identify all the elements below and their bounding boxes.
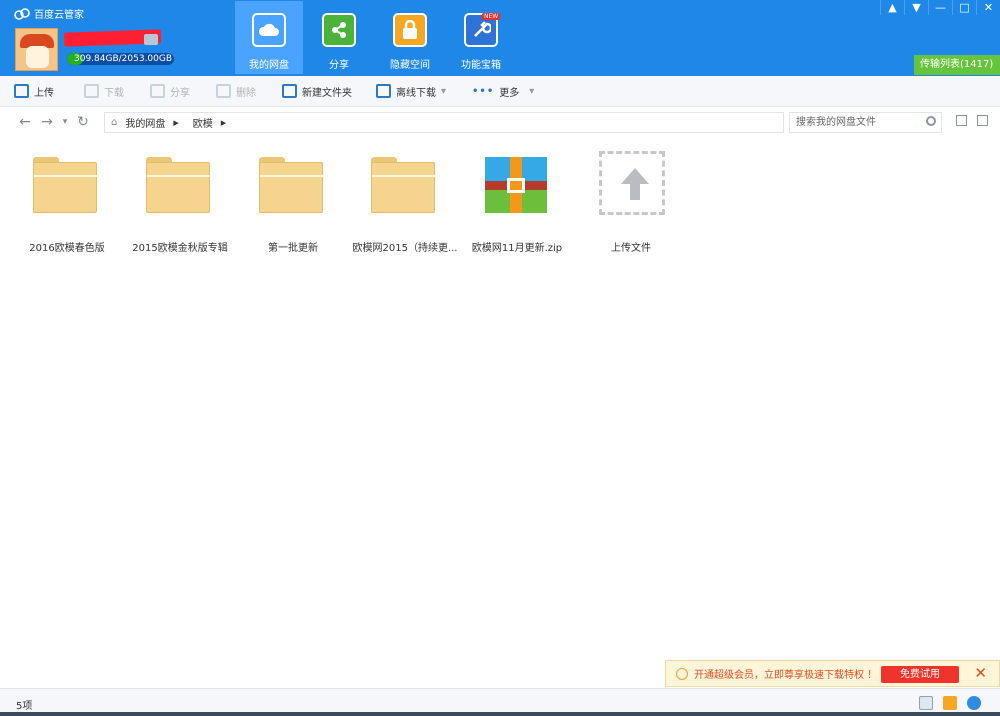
address-bar: ← → ▾ ↻ ⌂ 我的网盘 ▶ 欧模 ▶ 搜索我的网盘文件	[0, 108, 1000, 136]
forward-button[interactable]: →	[36, 114, 58, 130]
back-button[interactable]: ←	[14, 114, 36, 130]
folder-icon	[259, 157, 324, 213]
upload-button[interactable]: 上传	[14, 84, 54, 99]
window-controls: ▲ ▼ — □ ✕	[880, 0, 1000, 15]
refresh-button[interactable]: ↻	[72, 114, 94, 130]
promo-text: 开通超级会员，立即尊享极速下载特权 ！	[694, 670, 878, 681]
breadcrumb: ⌂ 我的网盘 ▶ 欧模 ▶	[104, 112, 784, 133]
cloud-drive-icon	[252, 13, 286, 47]
close-button[interactable]: ✕	[976, 0, 1000, 15]
taskbar-strip	[0, 712, 1000, 716]
lock-icon[interactable]	[967, 696, 981, 710]
tab-label: 我的网盘	[249, 60, 289, 71]
free-trial-button[interactable]: 免费试用	[881, 666, 959, 683]
download-icon	[84, 84, 99, 98]
delete-label: 删除	[236, 87, 256, 99]
breadcrumb-item-my-drive[interactable]: 我的网盘	[125, 115, 165, 130]
breadcrumb-item-current[interactable]: 欧模	[193, 115, 213, 130]
share-icon	[322, 13, 356, 47]
upload-arrow-icon	[599, 151, 665, 215]
file-name: 上传文件	[611, 243, 651, 254]
minimize-button[interactable]: —	[928, 0, 952, 15]
zip-archive-icon	[485, 157, 547, 213]
new-folder-label: 新建文件夹	[302, 87, 352, 99]
tab-my-drive[interactable]: 我的网盘	[235, 1, 303, 74]
item-count: 5项	[16, 701, 33, 712]
trash-icon	[216, 84, 231, 98]
share-label: 分享	[170, 87, 190, 99]
tab-label: 功能宝箱	[461, 60, 501, 71]
upload-icon	[14, 84, 29, 98]
lock-icon	[393, 13, 427, 47]
folder-icon	[33, 157, 98, 213]
share-icon	[150, 84, 165, 98]
search-input[interactable]: 搜索我的网盘文件	[789, 112, 942, 133]
home-icon: ⌂	[111, 117, 118, 128]
search-icon[interactable]	[926, 116, 936, 126]
promo-banner: 开通超级会员，立即尊享极速下载特权 ！ 免费试用 ✕	[665, 660, 1000, 687]
file-name: 第一批更新	[268, 243, 318, 254]
file-name: 欧模网11月更新.zip	[471, 243, 563, 254]
history-dropdown[interactable]: ▾	[58, 117, 72, 127]
delete-button[interactable]: 删除	[216, 84, 256, 99]
cloud-logo-icon	[14, 7, 30, 20]
tab-hidden-space[interactable]: 隐藏空间	[376, 1, 444, 74]
chevron-down-icon: ▾	[529, 85, 535, 97]
download-button[interactable]: 下载	[84, 84, 124, 99]
offline-download-label: 离线下载	[396, 87, 436, 99]
storage-quota-bar: 309.84GB/2053.00GB	[67, 53, 174, 65]
grid-icon[interactable]	[919, 696, 933, 710]
chevron-right-icon: ▶	[173, 118, 179, 127]
more-dots-icon: •••	[472, 85, 495, 97]
status-icons	[919, 696, 981, 710]
chevron-down-icon: ▾	[441, 85, 447, 97]
menu-button[interactable]: ▼	[904, 0, 928, 15]
list-view-icon[interactable]	[956, 115, 967, 126]
toolbar: 上传 下载 分享 删除 新建文件夹 离线下载 ▾ ••• 更多 ▾	[0, 76, 1000, 107]
close-icon[interactable]: ✕	[974, 664, 987, 682]
download-label: 下载	[104, 87, 124, 99]
tab-toolbox[interactable]: NEW 功能宝箱	[447, 1, 515, 74]
tab-label: 分享	[329, 60, 349, 71]
folder-icon	[371, 157, 436, 213]
transfer-list-label: 传输列表(1417)	[920, 59, 994, 70]
app-header: 百度云管家 309.84GB/2053.00GB 我的网盘 分享 隐藏空间 NE…	[0, 0, 1000, 76]
smile-icon	[676, 667, 688, 680]
file-grid: 2016欧模春色版 2015欧模金秋版专辑 第一批更新 欧模网2015（持续更.…	[1, 137, 999, 687]
new-folder-icon	[282, 84, 297, 98]
offline-download-button[interactable]: 离线下载 ▾	[376, 84, 446, 99]
more-button[interactable]: ••• 更多 ▾	[472, 84, 534, 99]
chevron-right-icon: ▶	[220, 118, 227, 127]
avatar[interactable]	[15, 28, 58, 71]
tab-label: 隐藏空间	[390, 60, 430, 71]
app-title: 百度云管家	[14, 6, 84, 21]
storage-quota-text: 309.84GB/2053.00GB	[74, 54, 173, 64]
file-name: 2015欧模金秋版专辑	[132, 243, 228, 254]
upload-label: 上传	[34, 87, 54, 99]
upgrade-arrow-icon[interactable]	[943, 696, 957, 710]
skin-button[interactable]: ▲	[880, 0, 904, 15]
grid-view-icon[interactable]	[977, 115, 988, 126]
more-label: 更多	[499, 87, 520, 99]
share-button[interactable]: 分享	[150, 84, 190, 99]
vip-icon[interactable]	[144, 34, 158, 45]
maximize-button[interactable]: □	[952, 0, 976, 15]
app-title-text: 百度云管家	[34, 10, 84, 21]
search-placeholder: 搜索我的网盘文件	[796, 117, 876, 128]
transfer-list-button[interactable]: 传输列表(1417)	[914, 55, 1000, 75]
file-name: 2016欧模春色版	[29, 243, 105, 254]
new-badge: NEW	[482, 13, 501, 20]
folder-icon	[146, 157, 211, 213]
offline-download-icon	[376, 84, 391, 98]
new-folder-button[interactable]: 新建文件夹	[282, 84, 352, 99]
tab-share[interactable]: 分享	[305, 1, 373, 74]
view-switcher	[956, 115, 988, 126]
file-name: 欧模网2015（持续更...	[352, 243, 458, 254]
